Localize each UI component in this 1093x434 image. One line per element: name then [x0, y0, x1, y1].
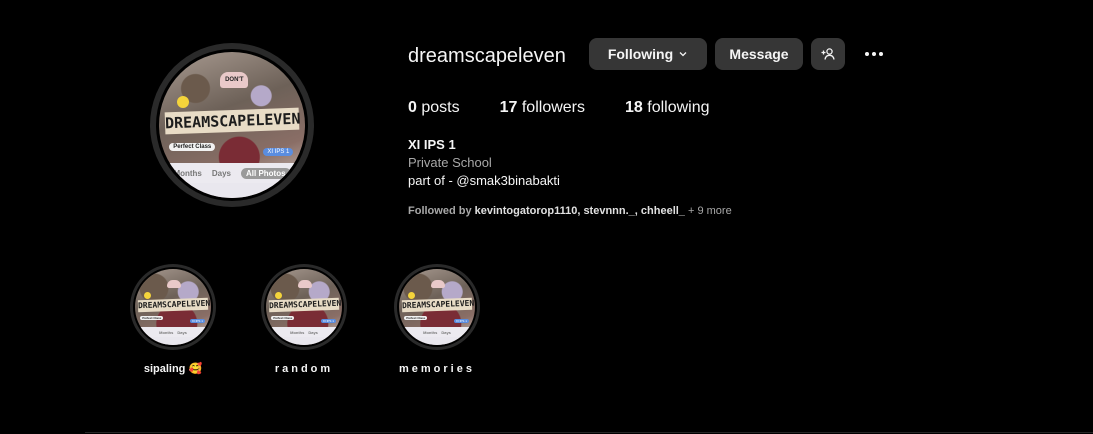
section-divider — [85, 432, 1093, 433]
posts-stat: 0 posts — [408, 98, 460, 118]
add-user-icon — [821, 48, 835, 60]
highlight-collage: DREAMSCAPELEVEN Perfect Class XI IPS 1 M… — [266, 269, 342, 345]
collage-base — [266, 337, 342, 345]
collage-tabs: Months Days — [399, 326, 475, 338]
profile-stats: 0 posts 17 followers 18 following — [408, 98, 750, 118]
highlight-collage: DREAMSCAPELEVEN Perfect Class XI IPS 1 M… — [135, 269, 211, 345]
profile-username: dreamscapeleven — [408, 45, 566, 67]
collage-title: DREAMSCAPELEVEN — [268, 298, 342, 313]
message-button[interactable]: Message — [715, 38, 803, 70]
collage-tab: Days — [308, 329, 318, 335]
highlight-image: DREAMSCAPELEVEN Perfect Class XI IPS 1 M… — [399, 269, 475, 345]
collage-top-chip: DON'T — [220, 72, 249, 89]
collage-top-chip — [430, 279, 445, 288]
collage-tab-selected: All Photos — [241, 167, 291, 179]
highlight-image: DREAMSCAPELEVEN Perfect Class XI IPS 1 M… — [135, 269, 211, 345]
collage-tabs: Months Days — [266, 326, 342, 338]
following-stat[interactable]: 18 following — [625, 98, 710, 118]
collage-tabs: Months Days — [135, 326, 211, 338]
bio-text: part of - @smak3binabakti — [408, 173, 560, 188]
highlight-ring: DREAMSCAPELEVEN Perfect Class XI IPS 1 M… — [394, 264, 480, 350]
posts-count: 0 — [408, 99, 417, 116]
posts-label: posts — [421, 99, 460, 116]
followed-by-more: + 9 more — [684, 205, 732, 217]
highlight-item[interactable]: DREAMSCAPELEVEN Perfect Class XI IPS 1 M… — [118, 264, 228, 376]
highlight-ring: DREAMSCAPELEVEN Perfect Class XI IPS 1 M… — [261, 264, 347, 350]
highlight-image: DREAMSCAPELEVEN Perfect Class XI IPS 1 M… — [266, 269, 342, 345]
collage-base — [135, 337, 211, 345]
following-button-label: Following — [607, 46, 674, 62]
highlight-ring: DREAMSCAPELEVEN Perfect Class XI IPS 1 M… — [130, 264, 216, 350]
followed-by[interactable]: Followed by kevintogatorop1110, stevnnn.… — [408, 204, 732, 218]
followers-stat[interactable]: 17 followers — [500, 98, 585, 118]
highlight-label: memories — [399, 363, 475, 375]
dot-icon — [872, 52, 876, 56]
collage-left-chip: Perfect Class — [271, 316, 295, 321]
collage-title: DREAMSCAPELEVEN — [137, 298, 211, 313]
collage-tabs: Months Days All Photos — [159, 162, 305, 184]
avatar-collage: DON'T DREAMSCAPELEVEN Perfect Class XI I… — [159, 52, 305, 198]
collage-top-chip — [166, 279, 181, 288]
dot-icon — [865, 52, 869, 56]
collage-tab: Days — [441, 329, 451, 335]
highlight-label: sipaling 🥰 — [143, 363, 203, 375]
sun-sticker-icon — [408, 291, 416, 299]
collage-tab: Days — [211, 168, 231, 178]
collage-base — [399, 337, 475, 345]
bio-name: XI IPS 1 — [408, 137, 456, 152]
chevron-down-icon — [679, 52, 687, 57]
collage-tab: Months — [173, 168, 202, 178]
followed-by-names: kevintogatorop1110, stevnnn._, chheell_ — [474, 205, 685, 217]
bio-category: Private School — [408, 155, 492, 170]
followers-label: followers — [521, 99, 585, 116]
collage-left-chip: Perfect Class — [404, 316, 428, 321]
collage-tab: Months — [290, 329, 305, 335]
more-options-button[interactable] — [860, 43, 888, 65]
followers-count: 17 — [499, 99, 518, 116]
collage-tab: Months — [423, 329, 438, 335]
highlight-item[interactable]: DREAMSCAPELEVEN Perfect Class XI IPS 1 M… — [382, 264, 492, 376]
highlight-label: random — [274, 363, 334, 375]
collage-title: DREAMSCAPELEVEN — [401, 298, 475, 313]
avatar-border: DON'T DREAMSCAPELEVEN Perfect Class XI I… — [156, 49, 308, 201]
highlight-item[interactable]: DREAMSCAPELEVEN Perfect Class XI IPS 1 M… — [249, 264, 359, 376]
message-button-label: Message — [729, 46, 789, 62]
collage-top-chip — [297, 279, 312, 288]
collage-tab: Months — [159, 329, 174, 335]
collage-right-chip: XI IPS 1 — [320, 319, 336, 324]
dot-icon — [879, 52, 883, 56]
profile-page: DON'T DREAMSCAPELEVEN Perfect Class XI I… — [0, 0, 1093, 434]
suggested-users-button[interactable] — [811, 38, 845, 70]
collage-base — [159, 183, 305, 198]
collage-right-chip: XI IPS 1 — [263, 148, 294, 157]
collage-tab: Days — [177, 329, 187, 335]
highlight-border: DREAMSCAPELEVEN Perfect Class XI IPS 1 M… — [133, 267, 213, 347]
collage-right-chip: XI IPS 1 — [189, 319, 205, 324]
avatar-image: DON'T DREAMSCAPELEVEN Perfect Class XI I… — [159, 52, 305, 198]
highlight-border: DREAMSCAPELEVEN Perfect Class XI IPS 1 M… — [397, 267, 477, 347]
followed-by-prefix: Followed by — [408, 205, 475, 217]
following-label: following — [647, 99, 710, 116]
sun-sticker-icon — [144, 291, 152, 299]
profile-avatar[interactable]: DON'T DREAMSCAPELEVEN Perfect Class XI I… — [150, 43, 314, 207]
highlight-border: DREAMSCAPELEVEN Perfect Class XI IPS 1 M… — [264, 267, 344, 347]
collage-left-chip: Perfect Class — [169, 142, 216, 151]
collage-title: DREAMSCAPELEVEN — [164, 108, 301, 135]
collage-left-chip: Perfect Class — [140, 316, 164, 321]
sun-sticker-icon — [176, 95, 189, 108]
following-button[interactable]: Following — [589, 38, 707, 70]
sun-sticker-icon — [275, 291, 283, 299]
following-count: 18 — [625, 99, 643, 116]
collage-right-chip: XI IPS 1 — [453, 319, 469, 324]
highlight-collage: DREAMSCAPELEVEN Perfect Class XI IPS 1 M… — [399, 269, 475, 345]
